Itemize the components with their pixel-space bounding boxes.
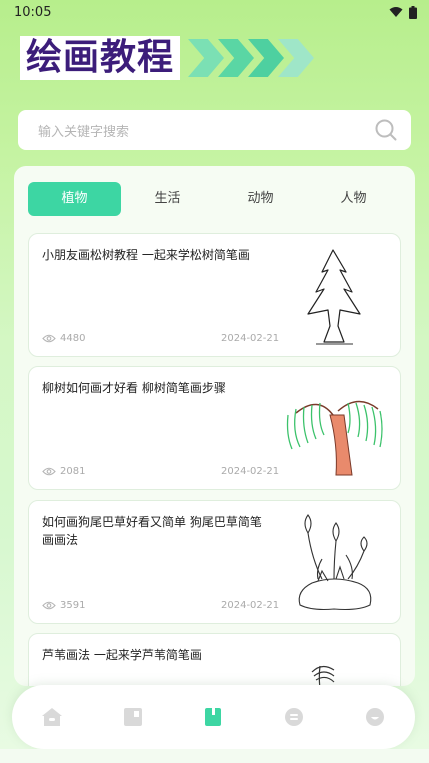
nav-home[interactable] [32, 697, 72, 737]
bottom-navigation [12, 685, 415, 749]
search-placeholder: 输入关键字搜索 [38, 124, 130, 140]
eye-icon [42, 467, 56, 476]
nav-gallery[interactable] [113, 697, 153, 737]
home-icon [42, 708, 63, 726]
tab-people[interactable]: 人物 [307, 182, 400, 216]
wifi-icon [389, 7, 403, 17]
pine-tree-image [307, 249, 361, 345]
card-date: 2024-02-21 [221, 466, 280, 477]
status-time: 10:05 [14, 4, 52, 20]
card-title: 芦苇画法 一起来学芦苇简笔画 [42, 648, 202, 662]
category-tabs: 植物 生活 动物 人物 [28, 182, 402, 216]
gallery-icon [123, 708, 142, 726]
foxtail-grass-image [298, 514, 372, 611]
content-panel: 植物 生活 动物 人物 小朋友画松树教程 一起来学松树简笔画 4480 2024… [14, 166, 415, 686]
view-count-value: 3591 [60, 600, 86, 611]
view-count-value: 2081 [60, 466, 86, 477]
arrow-icon [188, 39, 225, 77]
nav-messages[interactable] [274, 697, 314, 737]
status-bar: 10:05 [0, 0, 429, 24]
battery-icon [409, 5, 417, 19]
tab-life[interactable]: 生活 [121, 182, 214, 216]
search-icon[interactable] [375, 119, 397, 141]
tutorial-card[interactable]: 小朋友画松树教程 一起来学松树简笔画 4480 2024-02-21 [28, 233, 401, 357]
status-icons [389, 5, 417, 19]
tab-animals[interactable]: 动物 [214, 182, 307, 216]
message-icon [285, 708, 304, 726]
eye-icon [42, 334, 56, 343]
nav-profile[interactable] [355, 697, 395, 737]
bottom-spacer [0, 749, 429, 763]
search-input[interactable]: 输入关键字搜索 [18, 110, 411, 150]
nav-tutorials[interactable] [193, 697, 233, 737]
view-count: 2081 [42, 466, 85, 477]
card-date: 2024-02-21 [221, 600, 280, 611]
tutorial-card[interactable]: 如何画狗尾巴草好看又简单 狗尾巴草简笔画画法 3591 2024-02-21 [28, 500, 401, 624]
card-title: 小朋友画松树教程 一起来学松树简笔画 [42, 248, 250, 262]
card-date: 2024-02-21 [221, 333, 280, 344]
tutorial-card[interactable]: 柳树如何画才好看 柳树简笔画步骤 2081 2024-02-21 [28, 366, 401, 490]
book-icon [205, 708, 222, 726]
card-title: 如何画狗尾巴草好看又简单 狗尾巴草简笔画画法 [42, 515, 262, 547]
view-count: 4480 [42, 333, 85, 344]
reed-image [311, 665, 335, 686]
view-count: 3591 [42, 600, 85, 611]
willow-tree-image [286, 400, 383, 476]
decorative-arrows [188, 39, 315, 77]
page-header: 绘画教程 [20, 36, 315, 80]
profile-icon [365, 708, 384, 726]
card-title: 柳树如何画才好看 柳树简笔画步骤 [42, 381, 226, 395]
tutorial-card[interactable]: 芦苇画法 一起来学芦苇简笔画 [28, 633, 401, 686]
tab-plants[interactable]: 植物 [28, 182, 121, 216]
page-title: 绘画教程 [20, 36, 181, 80]
eye-icon [42, 601, 56, 610]
view-count-value: 4480 [60, 333, 86, 344]
